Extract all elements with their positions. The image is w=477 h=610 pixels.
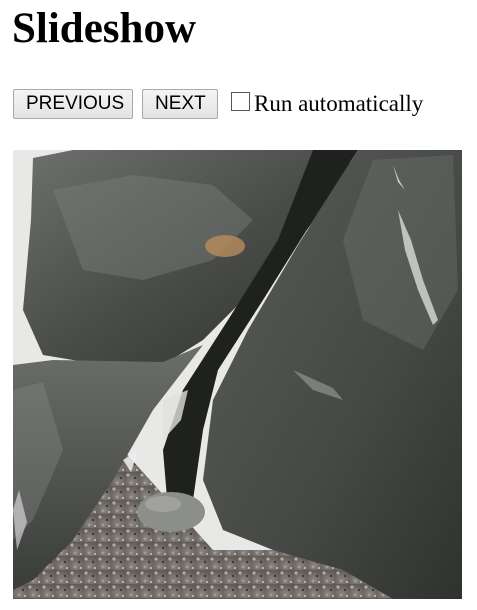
run-automatically-checkbox[interactable] <box>231 91 250 111</box>
run-automatically-toggle[interactable]: Run automatically <box>231 90 423 118</box>
slide-image <box>13 150 462 599</box>
previous-button[interactable]: PREVIOUS <box>13 89 133 119</box>
rock-photo <box>13 150 462 599</box>
slideshow-controls: PREVIOUS NEXT Run automatically <box>13 89 423 119</box>
next-button[interactable]: NEXT <box>142 89 218 119</box>
page-title: Slideshow <box>12 5 197 52</box>
run-automatically-label: Run automatically <box>254 91 424 116</box>
